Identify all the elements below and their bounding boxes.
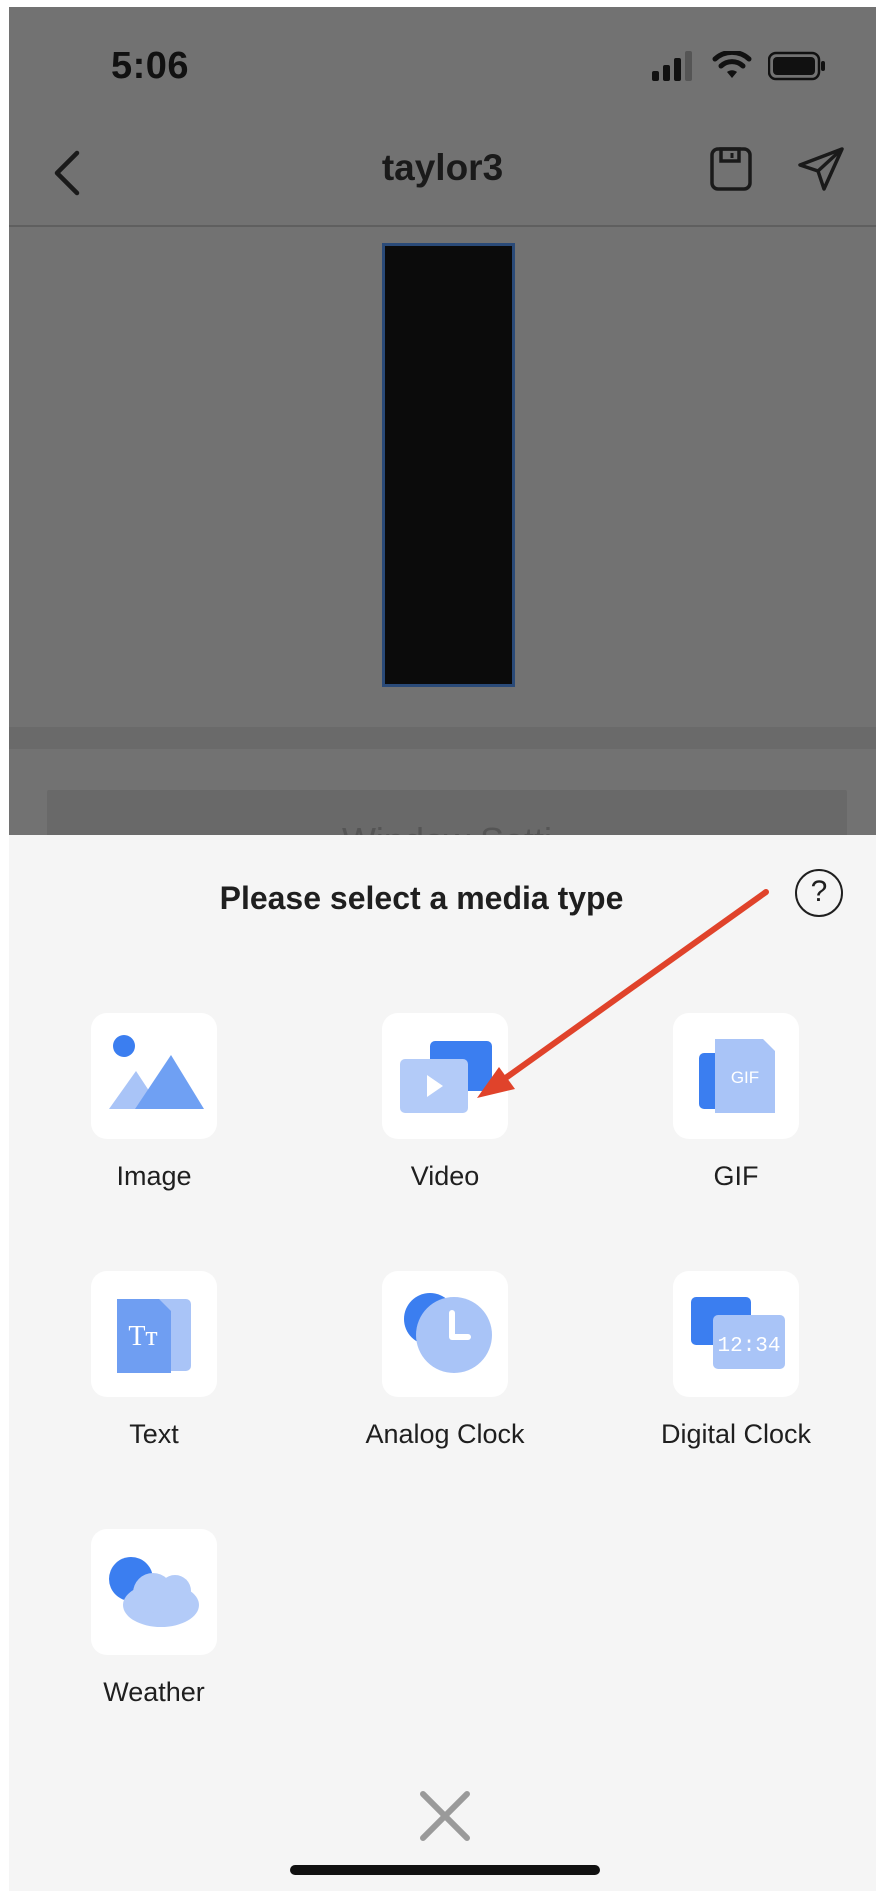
phone-screen: 5:06 taylor3 Please select a media type … xyxy=(9,7,876,1891)
annotation-arrow xyxy=(477,889,769,1098)
